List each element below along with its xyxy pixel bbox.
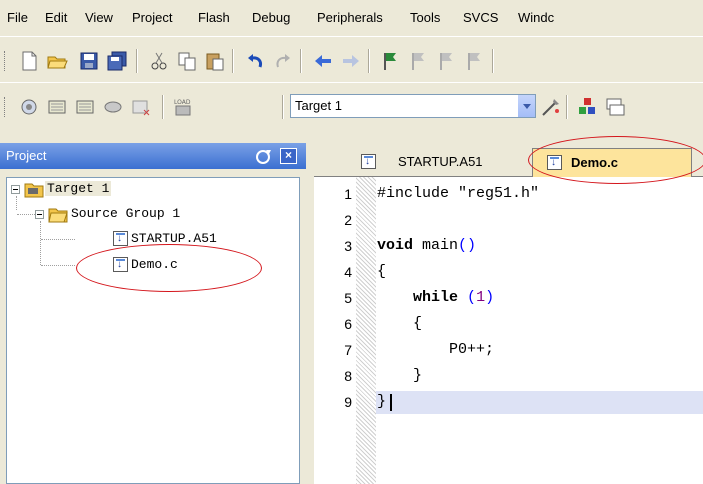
- batch-build-icon[interactable]: [102, 96, 124, 118]
- target-select[interactable]: Target 1: [290, 94, 536, 118]
- file-extensions-icon[interactable]: [604, 96, 626, 118]
- text-caret: [390, 394, 392, 411]
- line-number: 6: [344, 316, 352, 332]
- target-options-icon[interactable]: [540, 96, 562, 118]
- open-folder-icon[interactable]: [46, 50, 68, 72]
- code-line: while (1): [413, 289, 495, 306]
- code-line: }: [377, 393, 387, 410]
- project-panel-title: Project: [6, 148, 47, 163]
- target-folder-icon: [24, 183, 44, 198]
- line-number: 8: [344, 368, 352, 384]
- copy-icon[interactable]: [176, 50, 198, 72]
- new-file-icon[interactable]: [18, 50, 40, 72]
- project-panel: Target 1 Source Group 1 STARTUP.A51 Demo…: [0, 169, 306, 484]
- project-panel-header: Project ×: [0, 143, 306, 169]
- file-icon: [361, 154, 376, 169]
- file-icon: [547, 155, 562, 170]
- menu-project[interactable]: Project: [132, 10, 172, 25]
- collapse-expander[interactable]: [11, 185, 20, 194]
- insert-bookmark-icon[interactable]: [380, 50, 402, 72]
- toolbar-separator: [136, 49, 138, 73]
- toolbar-separator: [162, 95, 164, 119]
- tab-startup[interactable]: STARTUP.A51: [354, 148, 534, 177]
- prev-bookmark-icon[interactable]: [408, 50, 430, 72]
- toolbar-separator: [300, 49, 302, 73]
- menu-peripherals[interactable]: Peripherals: [317, 10, 383, 25]
- code-line: }: [413, 367, 423, 384]
- file-icon: [113, 231, 128, 246]
- download-icon[interactable]: LOAD: [172, 96, 194, 118]
- toolbar-grip[interactable]: [4, 51, 7, 71]
- project-tree: Target 1 Source Group 1 STARTUP.A51 Demo…: [6, 177, 300, 484]
- code-line: {: [377, 263, 387, 280]
- build-icon[interactable]: [46, 96, 68, 118]
- current-line-highlight: [376, 391, 703, 414]
- code-line: {: [413, 315, 423, 332]
- next-bookmark-icon[interactable]: [436, 50, 458, 72]
- tab-label: Demo.c: [571, 155, 618, 170]
- fold-margin: [356, 177, 376, 484]
- redo-icon[interactable]: [272, 50, 294, 72]
- svg-text:LOAD: LOAD: [174, 99, 191, 106]
- menu-edit[interactable]: Edit: [45, 10, 67, 25]
- menu-flash[interactable]: Flash: [198, 10, 230, 25]
- toolbar-separator: [492, 49, 494, 73]
- undo-icon[interactable]: [244, 50, 266, 72]
- standard-toolbar: [0, 36, 703, 82]
- stop-build-icon[interactable]: [130, 96, 152, 118]
- menu-svcs[interactable]: SVCS: [463, 10, 498, 25]
- menu-bar: File Edit View Project Flash Debug Perip…: [0, 0, 703, 36]
- line-number: 5: [344, 290, 352, 306]
- line-number: 2: [344, 212, 352, 228]
- clear-bookmarks-icon[interactable]: [464, 50, 486, 72]
- line-number: 4: [344, 264, 352, 280]
- toolbar-separator: [566, 95, 568, 119]
- line-number: 1: [344, 186, 352, 202]
- line-number: 3: [344, 238, 352, 254]
- navigate-forward-icon[interactable]: [340, 50, 362, 72]
- toolbar-separator: [232, 49, 234, 73]
- cut-icon[interactable]: [148, 50, 170, 72]
- panel-splitter[interactable]: [306, 143, 314, 484]
- tree-item-file[interactable]: STARTUP.A51: [131, 231, 217, 246]
- tree-item-source-group[interactable]: Source Group 1: [71, 206, 180, 221]
- line-number: 7: [344, 342, 352, 358]
- manage-components-icon[interactable]: [576, 96, 598, 118]
- paste-icon[interactable]: [204, 50, 226, 72]
- tree-item-file[interactable]: Demo.c: [131, 257, 178, 272]
- translate-icon[interactable]: [18, 96, 40, 118]
- rebuild-icon[interactable]: [74, 96, 96, 118]
- chevron-down-icon[interactable]: [517, 95, 535, 117]
- code-line: #include "reg51.h": [377, 185, 540, 202]
- collapse-expander[interactable]: [35, 210, 44, 219]
- navigate-back-icon[interactable]: [312, 50, 334, 72]
- code-line: P0++;: [449, 341, 495, 358]
- tab-label: STARTUP.A51: [398, 154, 483, 169]
- target-select-value: Target 1: [295, 98, 342, 113]
- menu-window[interactable]: Windc: [518, 10, 554, 25]
- code-editor[interactable]: 1 2 3 4 5 6 7 8 9 #include "reg51.h" voi…: [314, 177, 703, 484]
- menu-debug[interactable]: Debug: [252, 10, 290, 25]
- toolbar-separator: [368, 49, 370, 73]
- tab-demo[interactable]: Demo.c: [532, 148, 692, 177]
- menu-file[interactable]: File: [7, 10, 28, 25]
- pin-icon[interactable]: [255, 147, 273, 165]
- code-line: void main(): [377, 237, 477, 254]
- menu-view[interactable]: View: [85, 10, 113, 25]
- toolbar-grip[interactable]: [4, 97, 7, 117]
- folder-open-icon: [48, 208, 68, 223]
- file-icon: [113, 257, 128, 272]
- line-number: 9: [344, 394, 352, 410]
- tree-item-target[interactable]: Target 1: [45, 181, 112, 196]
- editor-tabs: STARTUP.A51 Demo.c: [314, 143, 703, 177]
- save-icon[interactable]: [78, 50, 100, 72]
- build-toolbar: LOAD Target 1: [0, 82, 703, 128]
- toolbar-separator: [282, 95, 284, 119]
- close-icon[interactable]: ×: [280, 148, 297, 164]
- save-all-icon[interactable]: [106, 50, 128, 72]
- menu-tools[interactable]: Tools: [410, 10, 440, 25]
